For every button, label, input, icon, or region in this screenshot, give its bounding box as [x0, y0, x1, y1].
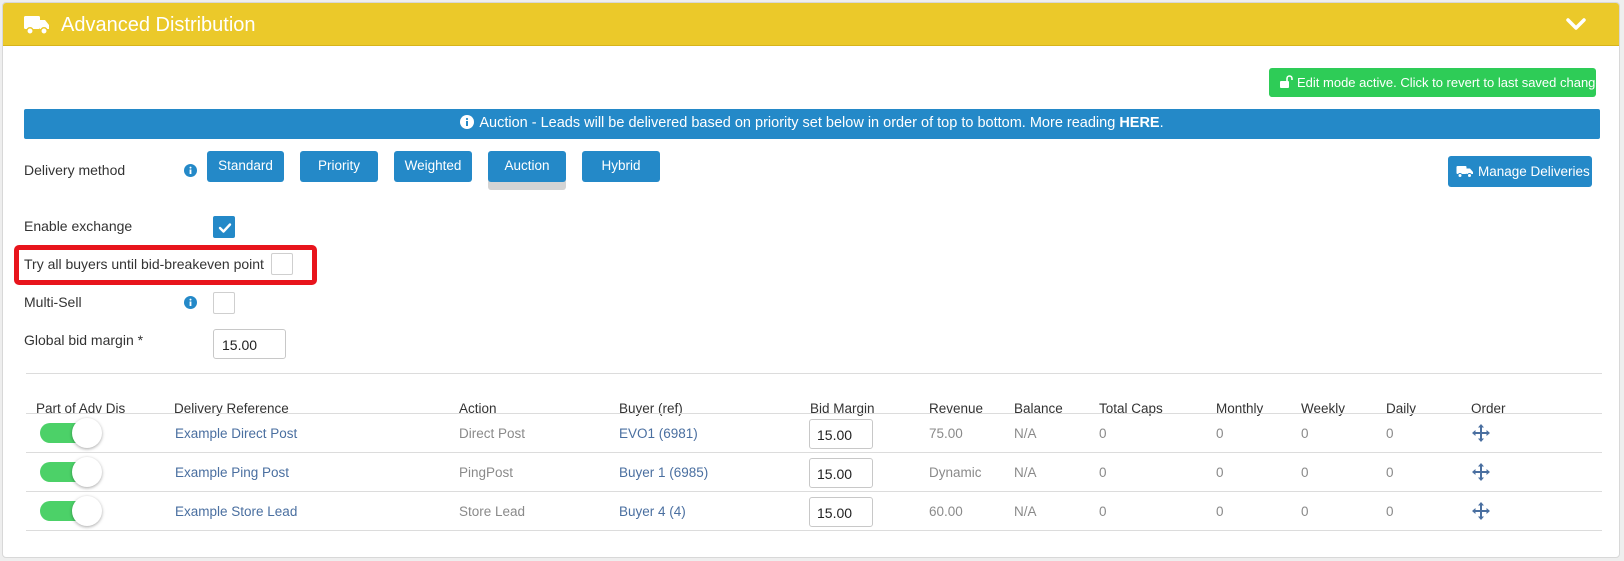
try-all-buyers-label: Try all buyers until bid-breakeven point	[24, 256, 264, 272]
table-row: Example Ping Post PingPost Buyer 1 (6985…	[26, 453, 1602, 493]
method-priority-button[interactable]: Priority	[300, 151, 378, 182]
method-standard-button[interactable]: Standard	[207, 151, 284, 182]
move-icon[interactable]	[1471, 501, 1491, 521]
buyer-link[interactable]: Buyer 4 (4)	[619, 504, 686, 519]
daily-cell: 0	[1386, 465, 1394, 480]
global-bid-margin-label: Global bid margin *	[24, 332, 144, 348]
info-icon[interactable]	[184, 164, 197, 177]
buyer-link[interactable]: EVO1 (6981)	[619, 426, 698, 441]
info-icon[interactable]	[184, 296, 197, 309]
multi-sell-label: Multi-Sell	[24, 294, 82, 310]
delivery-reference-link[interactable]: Example Direct Post	[175, 426, 297, 441]
panel-header[interactable]: Advanced Distribution	[3, 3, 1619, 46]
buyer-link[interactable]: Buyer 1 (6985)	[619, 465, 708, 480]
monthly-cell: 0	[1216, 465, 1224, 480]
weekly-cell: 0	[1301, 426, 1309, 441]
try-all-buyers-checkbox[interactable]	[271, 253, 293, 275]
unlock-icon	[1280, 75, 1293, 88]
move-icon[interactable]	[1471, 462, 1491, 482]
total-caps-cell: 0	[1099, 426, 1107, 441]
method-auction-button[interactable]: Auction	[488, 151, 566, 182]
info-bar-suffix: .	[1159, 115, 1164, 131]
enable-exchange-label: Enable exchange	[24, 218, 133, 234]
edit-mode-label: Edit mode active. Click to revert to las…	[1297, 75, 1596, 90]
daily-cell: 0	[1386, 504, 1394, 519]
total-caps-cell: 0	[1099, 504, 1107, 519]
delivery-method-label: Delivery method	[24, 162, 126, 178]
bid-margin-input[interactable]: 15.00	[809, 497, 873, 527]
manage-deliveries-label: Manage Deliveries	[1478, 164, 1590, 179]
chevron-down-icon[interactable]	[1565, 15, 1587, 33]
action-cell: Direct Post	[459, 426, 526, 441]
delivery-reference-link[interactable]: Example Ping Post	[175, 465, 289, 480]
checkmark-icon	[218, 223, 232, 233]
info-bar-link[interactable]: HERE	[1119, 115, 1159, 131]
info-bar-text: Auction - Leads will be delivered based …	[479, 115, 1120, 131]
enable-exchange-checkbox[interactable]	[213, 216, 235, 238]
delivery-reference-link[interactable]: Example Store Lead	[175, 504, 297, 519]
bid-margin-input[interactable]: 15.00	[809, 458, 873, 488]
table-top-border	[26, 373, 1602, 374]
bid-margin-input[interactable]: 15.00	[809, 419, 873, 449]
weekly-cell: 0	[1301, 504, 1309, 519]
truck-icon	[1456, 166, 1473, 178]
weekly-cell: 0	[1301, 465, 1309, 480]
action-cell: PingPost	[459, 465, 514, 480]
table-row: Example Direct Post Direct Post EVO1 (69…	[26, 414, 1602, 454]
total-caps-cell: 0	[1099, 465, 1107, 480]
table-row: Example Store Lead Store Lead Buyer 4 (4…	[26, 492, 1602, 532]
global-bid-margin-input[interactable]: 15.00	[213, 329, 286, 359]
method-hybrid-button[interactable]: Hybrid	[582, 151, 660, 182]
action-cell: Store Lead	[459, 504, 526, 519]
advanced-distribution-panel: Advanced Distribution Edit mode active. …	[2, 2, 1620, 558]
panel-title: Advanced Distribution	[61, 14, 256, 36]
revenue-cell: 75.00	[929, 426, 963, 441]
method-weighted-button[interactable]: Weighted	[394, 151, 472, 182]
move-icon[interactable]	[1471, 423, 1491, 443]
monthly-cell: 0	[1216, 426, 1224, 441]
daily-cell: 0	[1386, 426, 1394, 441]
balance-cell: N/A	[1014, 426, 1037, 441]
revenue-cell: Dynamic	[929, 465, 982, 480]
table-bottom-border	[26, 530, 1602, 531]
revenue-cell: 60.00	[929, 504, 963, 519]
balance-cell: N/A	[1014, 504, 1037, 519]
adv-dis-toggle[interactable]	[40, 457, 102, 487]
adv-dis-toggle[interactable]	[40, 418, 102, 448]
edit-mode-button[interactable]: Edit mode active. Click to revert to las…	[1269, 68, 1596, 97]
balance-cell: N/A	[1014, 465, 1037, 480]
monthly-cell: 0	[1216, 504, 1224, 519]
info-icon	[460, 115, 475, 129]
truck-icon	[24, 16, 49, 35]
adv-dis-toggle[interactable]	[40, 496, 102, 526]
manage-deliveries-button[interactable]: Manage Deliveries	[1448, 156, 1592, 187]
multi-sell-checkbox[interactable]	[213, 292, 235, 314]
delivery-info-banner: Auction - Leads will be delivered based …	[24, 109, 1600, 139]
